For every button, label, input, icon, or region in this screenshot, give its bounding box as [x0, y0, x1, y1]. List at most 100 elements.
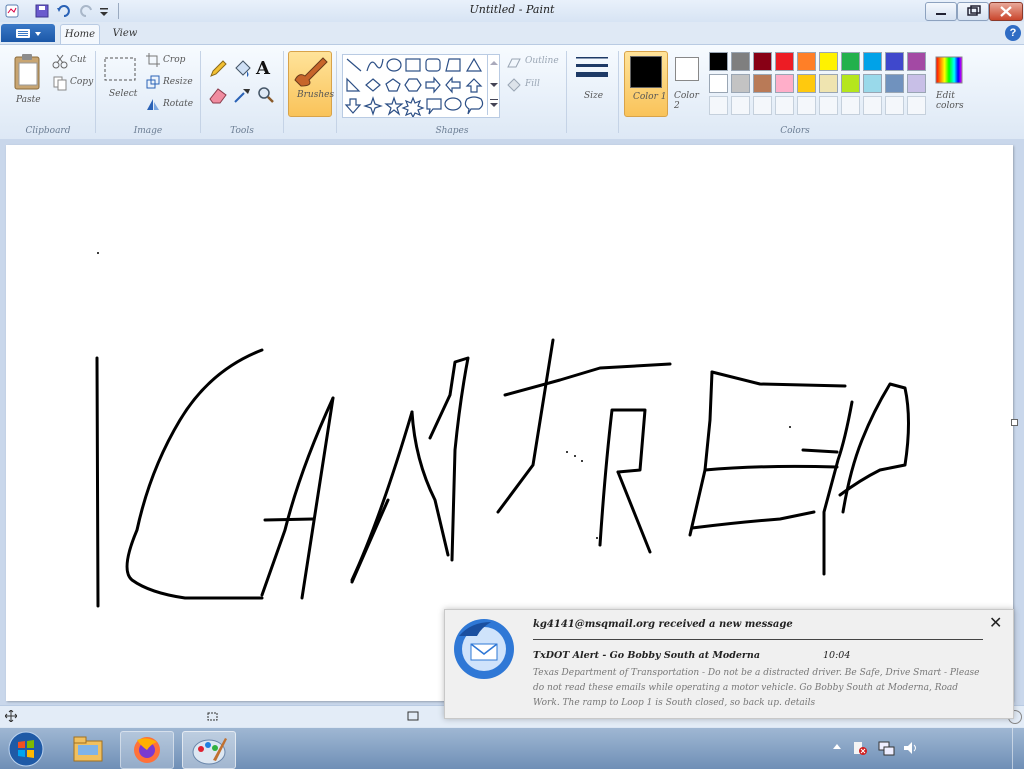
show-hidden-icons[interactable]: [832, 742, 842, 755]
clipboard-group-label: Clipboard: [25, 126, 71, 136]
start-button[interactable]: [6, 729, 46, 772]
palette-swatch[interactable]: [885, 96, 904, 115]
palette-swatch[interactable]: [797, 74, 816, 93]
palette-swatch[interactable]: [775, 96, 794, 115]
image-group-label: Image: [133, 126, 163, 136]
palette-swatch[interactable]: [907, 74, 926, 93]
rotate-icon[interactable]: [146, 97, 160, 114]
palette-swatch[interactable]: [797, 52, 816, 71]
crop-label: Crop: [163, 55, 186, 65]
thunderbird-icon: [451, 616, 517, 685]
minimize-button[interactable]: [925, 2, 957, 21]
palette-swatch[interactable]: [775, 74, 794, 93]
eraser-icon[interactable]: [208, 85, 228, 108]
palette-swatch[interactable]: [819, 96, 838, 115]
palette-swatch[interactable]: [885, 52, 904, 71]
color-palette: [709, 52, 929, 118]
palette-swatch[interactable]: [819, 52, 838, 71]
brushes-button[interactable]: Brushes: [288, 51, 335, 117]
palette-swatch[interactable]: [731, 96, 750, 115]
notification-time: 10:04: [823, 650, 851, 661]
help-icon[interactable]: ?: [1005, 25, 1021, 41]
copy-label: Copy: [70, 77, 94, 87]
palette-swatch[interactable]: [775, 52, 794, 71]
palette-swatch[interactable]: [709, 96, 728, 115]
palette-swatch[interactable]: [819, 74, 838, 93]
palette-swatch[interactable]: [907, 96, 926, 115]
brushes-label: Brushes: [297, 90, 335, 100]
palette-swatch[interactable]: [797, 96, 816, 115]
outline-label: Outline: [525, 56, 559, 66]
palette-swatch[interactable]: [841, 96, 860, 115]
palette-swatch[interactable]: [709, 52, 728, 71]
palette-swatch[interactable]: [863, 74, 882, 93]
palette-swatch[interactable]: [885, 74, 904, 93]
canvas-resize-handle[interactable]: [1011, 419, 1018, 426]
network-icon[interactable]: [877, 740, 895, 759]
color-picker-icon[interactable]: [232, 85, 252, 108]
cut-label: Cut: [70, 55, 87, 65]
magnifier-icon[interactable]: [256, 85, 276, 108]
palette-swatch[interactable]: [709, 74, 728, 93]
shapes-scroll[interactable]: [487, 55, 499, 115]
notification-subject: TxDOT Alert - Go Bobby South at Moderna: [533, 650, 760, 661]
tools-group-label: Tools: [230, 126, 254, 136]
size-button[interactable]: Size: [572, 53, 612, 115]
tab-view[interactable]: View: [106, 24, 144, 44]
palette-swatch[interactable]: [841, 74, 860, 93]
resize-label: Resize: [163, 77, 193, 87]
crop-icon[interactable]: [146, 53, 160, 70]
taskbar-explorer[interactable]: [62, 731, 114, 767]
palette-swatch[interactable]: [863, 52, 882, 71]
rotate-label: Rotate: [163, 99, 194, 109]
pencil-icon[interactable]: [208, 59, 228, 82]
edit-colors-button[interactable]: Edit colors: [934, 55, 964, 115]
taskbar: [0, 727, 1024, 769]
shapes-gallery[interactable]: [342, 54, 500, 119]
cut-icon[interactable]: [52, 53, 68, 72]
close-button[interactable]: [989, 2, 1023, 21]
thunderbird-notification[interactable]: kg4141@msqmail.org received a new messag…: [444, 609, 1014, 719]
shapes-group-label: Shapes: [435, 126, 469, 136]
notification-divider: [533, 639, 983, 640]
color1-swatch: [630, 56, 662, 88]
colors-group-label: Colors: [780, 126, 810, 136]
outline-icon[interactable]: [505, 55, 523, 72]
cursor-position-icon: [4, 709, 18, 725]
volume-icon[interactable]: [902, 740, 920, 759]
maximize-button[interactable]: [957, 2, 989, 21]
paint-menu-button[interactable]: [1, 24, 55, 42]
fill-icon[interactable]: [505, 77, 523, 96]
select-button[interactable]: Select: [103, 55, 137, 115]
taskbar-paint[interactable]: [182, 731, 236, 769]
color2-label: Color 2: [674, 91, 699, 111]
copy-icon[interactable]: [52, 75, 68, 94]
taskbar-firefox[interactable]: [120, 731, 174, 769]
color1-button[interactable]: Color 1: [624, 51, 668, 117]
ribbon: Paste Cut Copy Clipboard Select Crop Res…: [0, 44, 1024, 140]
palette-swatch[interactable]: [841, 52, 860, 71]
edit-colors-label: Edit colors: [936, 91, 964, 111]
color2-button[interactable]: Color 2: [672, 55, 702, 115]
paste-button[interactable]: Paste: [8, 51, 48, 117]
notification-body: Texas Department of Transportation - Do …: [533, 668, 980, 708]
palette-swatch[interactable]: [863, 96, 882, 115]
palette-swatch[interactable]: [731, 52, 750, 71]
palette-swatch[interactable]: [907, 52, 926, 71]
text-tool-icon[interactable]: A: [256, 58, 270, 79]
title-bar: Untitled - Paint: [0, 0, 1024, 23]
resize-icon[interactable]: [146, 75, 160, 92]
action-center-icon[interactable]: [852, 740, 868, 759]
tab-home[interactable]: Home: [60, 24, 100, 45]
image-size-icon: [406, 710, 420, 725]
size-label: Size: [584, 91, 604, 101]
fill-label: Fill: [525, 79, 540, 89]
palette-swatch[interactable]: [731, 74, 750, 93]
fill-bucket-icon[interactable]: [232, 59, 252, 82]
select-label: Select: [109, 89, 138, 99]
palette-swatch[interactable]: [753, 52, 772, 71]
palette-swatch[interactable]: [753, 96, 772, 115]
palette-swatch[interactable]: [753, 74, 772, 93]
notification-close-icon[interactable]: ✕: [989, 616, 1002, 632]
show-desktop-button[interactable]: [1012, 728, 1024, 769]
